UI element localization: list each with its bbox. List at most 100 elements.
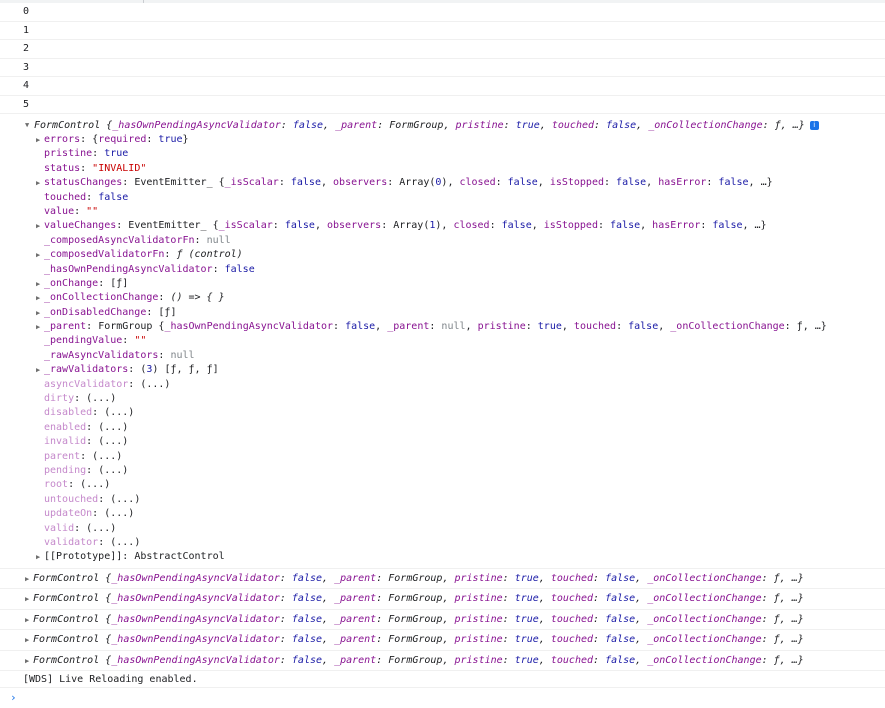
console-message-collapsed[interactable]: ▶ FormControl {_hasOwnPendingAsyncValidat… (0, 610, 885, 631)
property-value-lazy[interactable]: (...) (104, 508, 134, 519)
object-property[interactable]: enabled: (...) (0, 421, 885, 435)
property-separator: : (122, 335, 135, 347)
property-separator: : (98, 493, 111, 505)
expand-triangle-closed-icon[interactable]: ▶ (36, 320, 40, 334)
property-separator: : (92, 148, 105, 160)
property-key: pending (44, 464, 87, 476)
property-separator: : (74, 205, 87, 217)
property-value: EventEmitter_ {_isScalar: false, observe… (134, 177, 773, 189)
property-separator: : (158, 292, 171, 304)
expand-triangle-closed-icon[interactable]: ▶ (36, 306, 40, 320)
property-key: invalid (44, 436, 87, 448)
object-property[interactable]: asyncValidator: (...) (0, 378, 885, 392)
object-property[interactable]: parent: (...) (0, 450, 885, 464)
object-property[interactable]: valid: (...) (0, 522, 885, 536)
property-separator: : (68, 479, 81, 491)
object-property: value: "" (0, 205, 885, 219)
expand-triangle-closed-icon[interactable]: ▶ (36, 248, 40, 262)
property-separator: : (122, 551, 135, 563)
property-separator: : (164, 249, 177, 261)
property-value-lazy[interactable]: (...) (92, 451, 122, 462)
property-separator: : (86, 464, 99, 476)
object-header[interactable]: ▼ FormControl {_hasOwnPendingAsyncValida… (0, 118, 885, 133)
property-key: _rawAsyncValidators (44, 349, 159, 361)
property-key: errors (44, 134, 81, 145)
object-summary: {_hasOwnPendingAsyncValidator: false, _p… (99, 572, 804, 584)
console-message-expanded: ▼ FormControl {_hasOwnPendingAsyncValida… (0, 114, 885, 569)
object-property[interactable]: ▶ _onChange: [ƒ] (0, 277, 885, 291)
object-property[interactable]: untouched: (...) (0, 493, 885, 507)
expand-triangle-closed-icon[interactable]: ▶ (36, 291, 40, 305)
object-class-name: FormControl (33, 613, 100, 625)
object-property[interactable]: ▶ errors: {required: true} (0, 133, 885, 147)
object-summary: {_hasOwnPendingAsyncValidator: false, _p… (99, 613, 804, 625)
expand-triangle-closed-icon[interactable]: ▶ (25, 610, 29, 630)
object-property[interactable]: pending: (...) (0, 464, 885, 478)
object-property: _rawAsyncValidators: null (0, 349, 885, 363)
property-value-lazy[interactable]: (...) (98, 436, 128, 447)
object-property[interactable]: dirty: (...) (0, 392, 885, 406)
property-value: true (104, 148, 129, 160)
console-message-collapsed[interactable]: ▶ FormControl {_hasOwnPendingAsyncValidat… (0, 651, 885, 672)
property-value-lazy[interactable]: (...) (98, 422, 128, 433)
expand-triangle-closed-icon[interactable]: ▶ (25, 569, 29, 589)
object-property[interactable]: ▶ _parent: FormGroup {_hasOwnPendingAsync… (0, 320, 885, 334)
console-prompt[interactable]: › (0, 688, 885, 708)
property-key: valueChanges (44, 220, 117, 232)
expand-triangle-closed-icon[interactable]: ▶ (36, 550, 40, 564)
property-value: [ƒ] (158, 306, 177, 318)
property-value: false (98, 191, 129, 203)
property-separator: : (146, 306, 159, 318)
expand-triangle-open-icon[interactable]: ▼ (25, 118, 29, 133)
object-property[interactable]: validator: (...) (0, 536, 885, 550)
property-value-lazy[interactable]: (...) (110, 537, 140, 548)
property-value-lazy[interactable]: (...) (86, 393, 116, 404)
object-property[interactable]: ▶ _composedValidatorFn: ƒ (control) (0, 248, 885, 262)
console-message-number: 4 (0, 77, 885, 96)
object-summary: {_hasOwnPendingAsyncValidator: false, _p… (99, 593, 804, 605)
expand-triangle-closed-icon[interactable]: ▶ (25, 589, 29, 609)
object-property[interactable]: ▶ _rawValidators: (3) [ƒ, ƒ, ƒ] (0, 363, 885, 377)
object-property[interactable]: root: (...) (0, 478, 885, 492)
console-message-collapsed[interactable]: ▶ FormControl {_hasOwnPendingAsyncValidat… (0, 589, 885, 610)
console-message-number: 1 (0, 22, 885, 40)
object-property[interactable]: updateOn: (...) (0, 507, 885, 521)
object-property[interactable]: ▶ _onDisabledChange: [ƒ] (0, 306, 885, 320)
property-value-lazy[interactable]: (...) (86, 523, 116, 534)
expand-triangle-closed-icon[interactable]: ▶ (25, 651, 29, 671)
object-property[interactable]: ▶ valueChanges: EventEmitter_ {_isScalar:… (0, 219, 885, 233)
expand-triangle-closed-icon[interactable]: ▶ (36, 176, 40, 190)
property-separator: : (158, 349, 171, 361)
console-messages: 012345 ▼ FormControl {_hasOwnPendingAsyn… (0, 3, 885, 708)
property-key: _pendingValue (44, 335, 123, 347)
property-value-lazy[interactable]: (...) (140, 379, 170, 390)
property-value-lazy[interactable]: (...) (98, 465, 128, 476)
console-message-collapsed[interactable]: ▶ FormControl {_hasOwnPendingAsyncValidat… (0, 630, 885, 651)
property-value-lazy[interactable]: (...) (104, 407, 134, 418)
object-summary: {_hasOwnPendingAsyncValidator: false, _p… (99, 634, 804, 646)
object-property[interactable]: ▶ _onCollectionChange: () => { } (0, 291, 885, 305)
expand-triangle-closed-icon[interactable]: ▶ (36, 277, 40, 291)
object-property[interactable]: ▶ statusChanges: EventEmitter_ {_isScalar… (0, 176, 885, 190)
property-key: value (44, 205, 75, 217)
info-icon[interactable]: i (809, 121, 819, 130)
property-key: _rawValidators (44, 364, 129, 376)
object-property[interactable]: invalid: (...) (0, 435, 885, 449)
property-value-lazy[interactable]: (...) (80, 479, 110, 490)
property-separator: : (92, 407, 105, 419)
expand-triangle-closed-icon[interactable]: ▶ (36, 133, 40, 147)
property-key: pristine (44, 148, 93, 160)
expand-triangle-closed-icon[interactable]: ▶ (25, 630, 29, 650)
console-message-number: 5 (0, 96, 885, 114)
expand-triangle-closed-icon[interactable]: ▶ (36, 363, 40, 377)
object-property[interactable]: disabled: (...) (0, 406, 885, 420)
property-separator: : (86, 191, 99, 203)
prototype-property[interactable]: ▶ [[Prototype]]: AbstractControl (0, 550, 885, 564)
property-value: [ƒ] (110, 277, 129, 289)
object-property: _composedAsyncValidatorFn: null (0, 234, 885, 248)
console-message-collapsed[interactable]: ▶ FormControl {_hasOwnPendingAsyncValidat… (0, 569, 885, 590)
property-key: _composedValidatorFn (44, 249, 165, 261)
property-value-lazy[interactable]: (...) (110, 494, 140, 505)
object-property: status: "INVALID" (0, 162, 885, 176)
expand-triangle-closed-icon[interactable]: ▶ (36, 219, 40, 233)
